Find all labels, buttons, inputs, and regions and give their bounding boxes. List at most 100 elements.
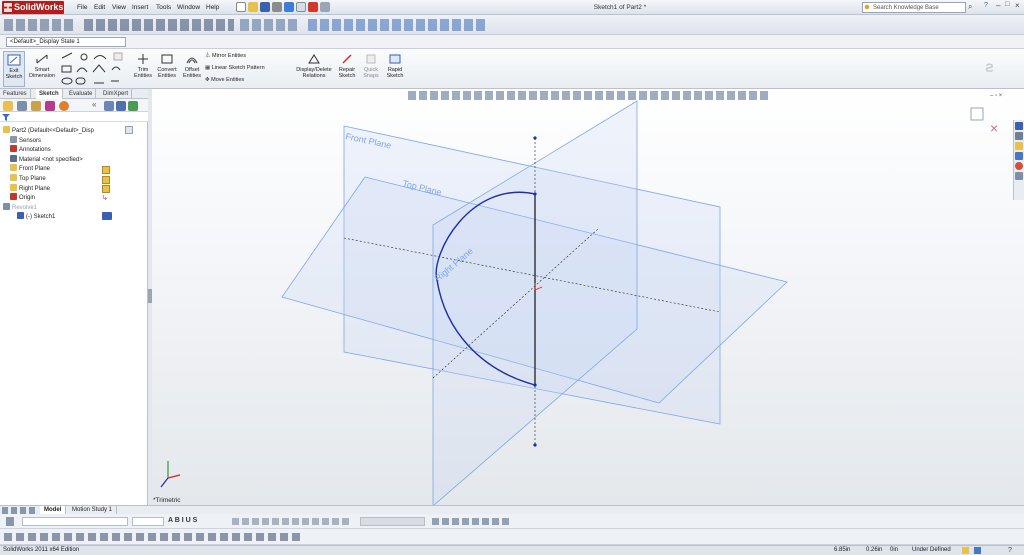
feature-manager-icon[interactable] bbox=[3, 101, 13, 111]
alignment-buttons[interactable] bbox=[232, 518, 352, 525]
custom-properties-icon[interactable] bbox=[1015, 172, 1023, 180]
configuration-manager-icon[interactable] bbox=[31, 101, 41, 111]
tab-features[interactable]: Features bbox=[0, 89, 31, 99]
format-icon[interactable] bbox=[6, 517, 14, 526]
panel-icon-b[interactable] bbox=[116, 101, 126, 111]
centerline-bottom-point[interactable] bbox=[533, 443, 537, 447]
repair-sketch-button[interactable]: Repair Sketch bbox=[336, 51, 358, 87]
undo-icon[interactable] bbox=[283, 2, 294, 12]
trim-entities-button[interactable]: Trim Entities bbox=[132, 51, 154, 87]
convert-entities-button[interactable]: Convert Entities bbox=[156, 51, 178, 87]
minimize-icon[interactable]: – bbox=[996, 1, 1000, 10]
front-plane-side-icon[interactable] bbox=[102, 166, 110, 174]
help-status-icon[interactable]: ? bbox=[1008, 546, 1012, 555]
tree-item-material[interactable]: Material <not specified> bbox=[3, 154, 123, 165]
view-palette-icon[interactable] bbox=[1015, 152, 1023, 160]
view-toolbar-buttons[interactable] bbox=[308, 19, 488, 31]
mirror-entities-button[interactable]: ⏃ Mirror Entities bbox=[205, 52, 246, 60]
line-format-buttons[interactable] bbox=[432, 518, 512, 525]
display-state-select[interactable]: <Default>_Display State 1 bbox=[6, 37, 126, 47]
design-library-icon[interactable] bbox=[1015, 132, 1023, 140]
tree-scroll-indicator[interactable] bbox=[125, 126, 133, 134]
confirmation-corner[interactable]: × bbox=[970, 107, 998, 136]
select-arrow-icon[interactable] bbox=[295, 2, 306, 12]
cancel-sketch-icon[interactable]: × bbox=[990, 120, 998, 136]
rapid-sketch-button[interactable]: Rapid Sketch bbox=[384, 51, 406, 87]
menu-view[interactable]: View bbox=[112, 0, 126, 15]
print-icon[interactable] bbox=[271, 2, 282, 12]
tree-item-revolve[interactable]: Revolve1 bbox=[3, 202, 123, 213]
sketch-side-icon[interactable] bbox=[102, 212, 112, 220]
menu-insert[interactable]: Insert bbox=[132, 0, 148, 15]
tree-item-part[interactable]: Part2 (Default<<Default>_Disp bbox=[3, 126, 123, 136]
arc-bottom-point[interactable] bbox=[533, 383, 537, 387]
right-plane-side-icon[interactable] bbox=[102, 185, 110, 194]
chevron-left-icon[interactable]: « bbox=[92, 100, 96, 109]
menu-file[interactable]: File bbox=[77, 0, 87, 15]
offset-entities-button[interactable]: Offset Entities bbox=[181, 51, 203, 87]
linear-sketch-pattern-button[interactable]: ▦ Linear Sketch Pattern bbox=[205, 64, 265, 72]
tree-item-label: Sensors bbox=[19, 137, 42, 144]
sketch-canvas[interactable]: Front Plane Top Plane Right Plane *Trime… bbox=[152, 89, 1024, 505]
search-input[interactable]: Search Knowledge Base bbox=[862, 2, 966, 13]
status-icon[interactable] bbox=[962, 547, 969, 554]
trim-entities-label: Entities bbox=[133, 73, 153, 79]
toolbar-buttons-group-3[interactable] bbox=[240, 19, 300, 31]
tree-item-sensors[interactable]: Sensors bbox=[3, 135, 123, 146]
relations-icon bbox=[308, 54, 320, 64]
restore-icon[interactable]: □ bbox=[1005, 1, 1009, 8]
font-size-select[interactable] bbox=[132, 517, 164, 526]
filter-icon bbox=[2, 114, 10, 121]
resources-icon[interactable] bbox=[1015, 122, 1023, 130]
task-pane-tabs bbox=[1013, 120, 1024, 200]
help-icon[interactable]: ? bbox=[984, 2, 988, 9]
viewport-window-controls[interactable]: – ▫ × bbox=[990, 93, 1002, 99]
appearances-icon[interactable] bbox=[1015, 162, 1023, 170]
toolbar-buttons-group-2[interactable] bbox=[84, 19, 234, 31]
tab-scroll-arrows[interactable] bbox=[2, 507, 38, 514]
menu-tools[interactable]: Tools bbox=[156, 0, 171, 15]
file-explorer-icon[interactable] bbox=[1015, 142, 1023, 150]
top-plane-side-icon[interactable] bbox=[102, 175, 110, 184]
options-icon[interactable] bbox=[319, 2, 330, 12]
toolbar-buttons-group-1[interactable] bbox=[4, 19, 76, 31]
layer-select[interactable] bbox=[360, 517, 425, 526]
origin-side-icon[interactable]: ↳ bbox=[102, 195, 110, 203]
move-entities-button[interactable]: ✥ Move Entities bbox=[205, 76, 244, 84]
view-tools-icons[interactable] bbox=[408, 91, 768, 100]
menu-window[interactable]: Window bbox=[177, 0, 200, 15]
tab-evaluate[interactable]: Evaluate bbox=[66, 89, 97, 99]
tree-filter[interactable] bbox=[0, 112, 148, 122]
arc-top-point[interactable] bbox=[533, 192, 537, 196]
display-delete-relations-button[interactable]: Display/Delete Relations bbox=[294, 51, 334, 87]
property-manager-icon[interactable] bbox=[17, 101, 27, 111]
font-select[interactable] bbox=[22, 517, 128, 526]
units-icon[interactable] bbox=[974, 547, 981, 554]
tab-dimxpert[interactable]: DimXpert bbox=[100, 89, 133, 99]
centerline-top-point[interactable] bbox=[533, 136, 537, 140]
sketch-toolbar-buttons[interactable] bbox=[4, 533, 304, 541]
dimxpert-manager-icon[interactable] bbox=[45, 101, 55, 111]
dimension-label: Dimension bbox=[29, 73, 55, 79]
solidworks-logo[interactable]: SolidWorks bbox=[2, 1, 64, 14]
close-icon[interactable]: × bbox=[1015, 1, 1020, 10]
rebuild-icon[interactable] bbox=[307, 2, 318, 12]
quick-snaps-button[interactable]: Quick Snaps bbox=[360, 51, 382, 87]
save-icon[interactable] bbox=[259, 2, 270, 12]
smart-dimension-button[interactable]: Smart Dimension bbox=[28, 51, 56, 87]
sketch-tools-icons[interactable] bbox=[60, 52, 126, 86]
open-folder-icon[interactable] bbox=[247, 2, 258, 12]
tree-item-annotations[interactable]: Annotations bbox=[3, 145, 123, 155]
display-manager-icon[interactable] bbox=[59, 101, 69, 111]
tab-sketch[interactable]: Sketch bbox=[36, 89, 63, 99]
menu-help[interactable]: Help bbox=[206, 0, 219, 15]
panel-icon-a[interactable] bbox=[104, 101, 114, 111]
new-document-icon[interactable] bbox=[236, 2, 246, 12]
feature-manager-tabs: « bbox=[0, 99, 148, 112]
bold-button[interactable]: A B I U S bbox=[168, 517, 197, 524]
rapid-sketch-label: Sketch bbox=[386, 73, 404, 79]
panel-icon-c[interactable] bbox=[128, 101, 138, 111]
magnifier-icon[interactable]: ⌕ bbox=[968, 3, 976, 11]
menu-edit[interactable]: Edit bbox=[94, 0, 105, 15]
exit-sketch-button[interactable]: Exit Sketch bbox=[3, 51, 25, 87]
